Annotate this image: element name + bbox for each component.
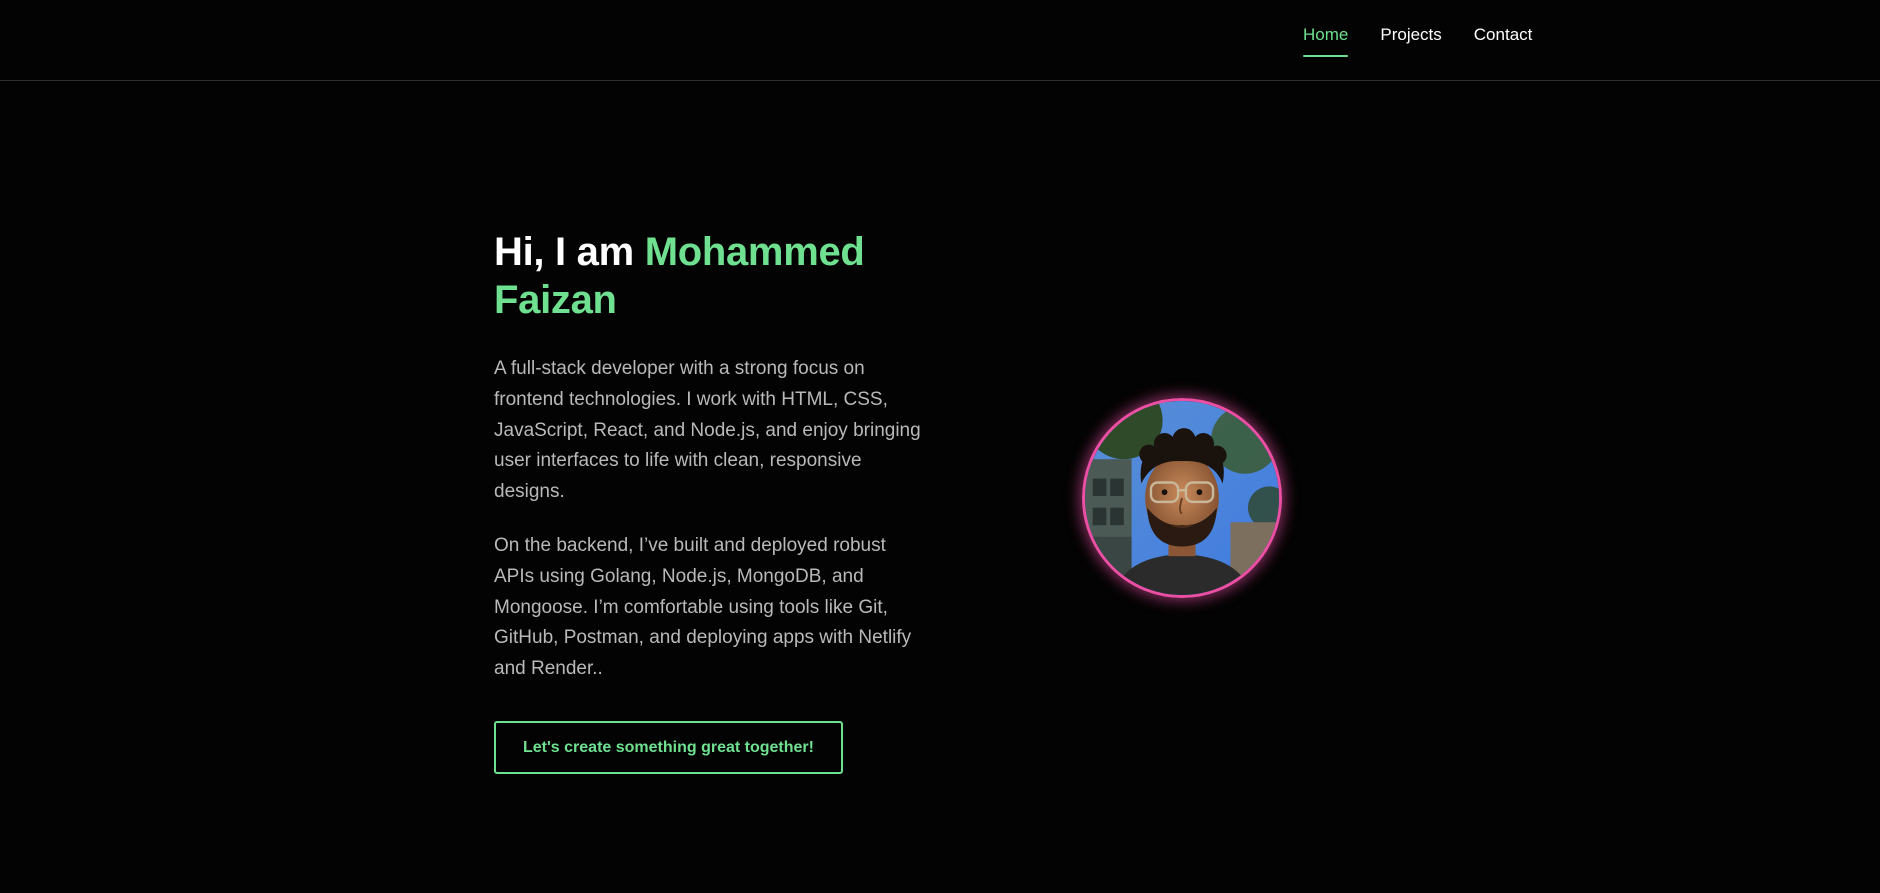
profile-photo-illustration bbox=[1085, 401, 1279, 595]
cta-button[interactable]: Let's create something great together! bbox=[494, 720, 843, 774]
nav-contact-link[interactable]: Contact bbox=[1474, 22, 1533, 57]
hero-intro-paragraph: A full-stack developer with a strong foc… bbox=[494, 358, 921, 503]
hero-heading: Hi, I am Mohammed Faizan bbox=[494, 228, 924, 324]
main-nav: Home Projects Contact bbox=[1303, 22, 1532, 57]
top-navigation-bar: Home Projects Contact bbox=[0, 0, 1880, 81]
nav-projects-link[interactable]: Projects bbox=[1380, 22, 1441, 57]
nav-home-link[interactable]: Home bbox=[1303, 22, 1349, 57]
hero-backend-paragraph: On the backend, I’ve built and deployed … bbox=[494, 534, 912, 680]
hero-section: Hi, I am Mohammed Faizan A full-stack de… bbox=[494, 228, 924, 774]
profile-avatar bbox=[1082, 398, 1282, 598]
hero-greeting: Hi, I am bbox=[494, 230, 645, 274]
